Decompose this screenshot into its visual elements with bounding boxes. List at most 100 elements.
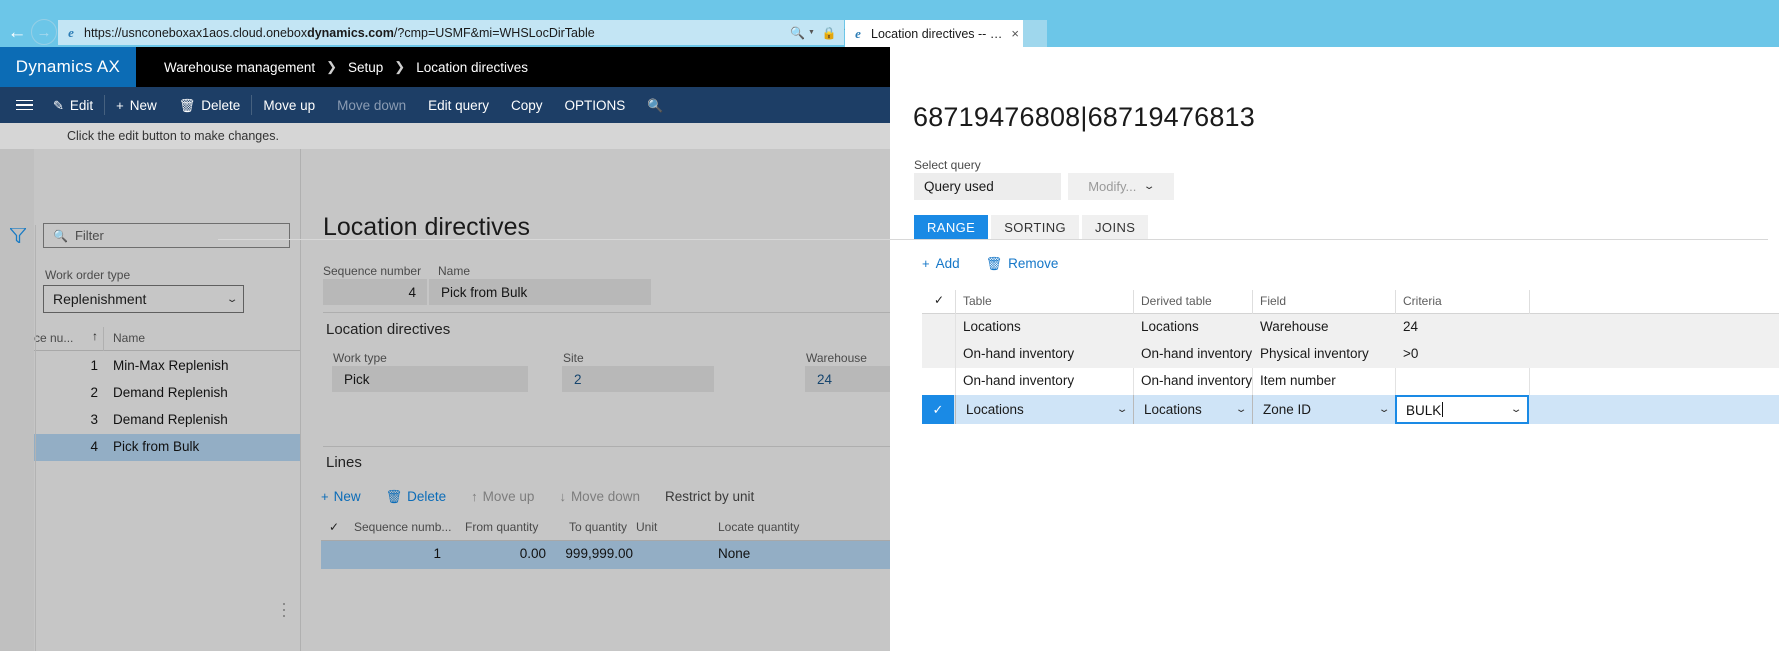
arrow-down-icon: ↓	[559, 488, 566, 504]
back-arrow-icon[interactable]: ←	[4, 19, 30, 45]
options-button[interactable]: OPTIONS	[553, 87, 636, 123]
cell-derived-table: On-hand inventory	[1141, 373, 1253, 388]
breadcrumb-item-warehouse-management[interactable]: Warehouse management	[164, 60, 315, 75]
lines-header-sequence[interactable]: Sequence numb...	[354, 520, 451, 534]
plus-icon: +	[321, 488, 329, 504]
cell-derived-table-dropdown[interactable]: Locations ⌄	[1133, 395, 1252, 424]
divider	[103, 327, 104, 351]
trash-icon: 🗑	[985, 256, 1003, 271]
name-label: Name	[438, 264, 471, 278]
restrict-by-unit-button[interactable]: Restrict by unit	[665, 489, 779, 504]
list-item[interactable]: 2 Demand Replenish	[34, 380, 300, 407]
breadcrumb-item-setup[interactable]: Setup	[348, 60, 383, 75]
list-item-name: Demand Replenish	[113, 385, 228, 400]
list-item-sequence: 1	[90, 358, 98, 373]
breadcrumb-item-location-directives[interactable]: Location directives	[416, 60, 528, 75]
checkmark-icon[interactable]: ✓	[934, 293, 944, 307]
app-body: Dynamics AX Warehouse management ❯ Setup…	[0, 47, 1779, 651]
new-tab-button[interactable]	[1023, 20, 1047, 47]
list-item-name: Pick from Bulk	[113, 439, 200, 454]
select-query-field[interactable]: Query used	[914, 173, 1061, 200]
address-bar[interactable]: e https://usnconeboxax1aos.cloud.oneboxd…	[58, 20, 844, 45]
pane-resize-grip[interactable]	[283, 603, 286, 617]
work-type-field[interactable]: Pick	[332, 366, 528, 392]
list-item[interactable]: 1 Min-Max Replenish	[34, 353, 300, 380]
edit-query-button[interactable]: Edit query	[417, 87, 500, 123]
lines-new-label: New	[333, 488, 361, 504]
cell-table: Locations	[963, 319, 1021, 334]
query-header-table[interactable]: Table	[963, 294, 992, 308]
search-icon[interactable]: 🔍	[636, 87, 674, 123]
table-row[interactable]: On-hand inventory On-hand inventory Phys…	[922, 341, 1779, 368]
remove-range-button[interactable]: 🗑 Remove	[986, 256, 1059, 271]
name-field[interactable]: Pick from Bulk	[429, 279, 651, 305]
work-order-type-select[interactable]: Replenishment ⌄	[43, 285, 244, 313]
table-row[interactable]: Locations Locations Warehouse 24	[922, 314, 1779, 341]
tab-joins[interactable]: JOINS	[1082, 215, 1149, 240]
cell-criteria-input[interactable]: BULK ⌄	[1395, 395, 1529, 424]
tab-sorting[interactable]: SORTING	[991, 215, 1080, 240]
browser-tab[interactable]: e Location directives -- Dynami... ×	[845, 20, 1025, 47]
site-label: Site	[563, 351, 584, 365]
site-field[interactable]: 2	[562, 366, 714, 392]
restrict-by-unit-label: Restrict by unit	[664, 488, 755, 504]
work-type-label: Work type	[333, 351, 387, 365]
chevron-down-icon[interactable]: ▼	[808, 29, 815, 36]
address-bar-url: https://usnconeboxax1aos.cloud.oneboxdyn…	[84, 25, 595, 40]
lock-icon[interactable]: 🔒	[822, 26, 837, 40]
divider	[35, 225, 36, 651]
left-grid-header-name[interactable]: Name	[113, 331, 145, 345]
filter-input[interactable]: 🔍 Filter	[43, 223, 290, 248]
app-navbar: Dynamics AX Warehouse management ❯ Setup…	[0, 47, 890, 87]
lines-delete-button[interactable]: 🗑 Delete	[386, 489, 472, 504]
command-bar: ✎ Edit + New 🗑 Delete Move up Move down …	[0, 87, 890, 123]
lines-header-to-quantity[interactable]: To quantity	[569, 520, 627, 534]
query-header-derived-table[interactable]: Derived table	[1141, 294, 1212, 308]
cell-criteria-value: BULK	[1406, 402, 1442, 418]
checkmark-icon[interactable]: ✓	[329, 520, 339, 534]
query-header-criteria[interactable]: Criteria	[1403, 294, 1442, 308]
close-icon[interactable]: ×	[1011, 26, 1019, 41]
cell-table-dropdown[interactable]: Locations ⌄	[955, 395, 1133, 424]
move-up-button[interactable]: Move up	[252, 87, 326, 123]
chevron-down-icon[interactable]: ⌄	[1510, 404, 1523, 415]
cell-field-dropdown[interactable]: Zone ID ⌄	[1252, 395, 1395, 424]
new-button[interactable]: + New	[105, 87, 168, 123]
table-row[interactable]: 1 0.00 999,999.00 None	[321, 541, 891, 569]
sequence-number-field[interactable]: 4	[323, 279, 427, 305]
app-logo[interactable]: Dynamics AX	[0, 47, 136, 87]
cell-field: Item number	[1260, 373, 1336, 388]
row-checkbox[interactable]: ✓	[922, 395, 954, 424]
add-range-label: Add	[935, 256, 960, 271]
cell-criteria-value-wrap: BULK	[1406, 401, 1444, 418]
lines-header-from-quantity[interactable]: From quantity	[465, 520, 538, 534]
filter-funnel-icon[interactable]	[8, 227, 28, 248]
plus-icon: +	[116, 97, 124, 113]
lines-new-button[interactable]: + New	[321, 489, 386, 504]
add-range-button[interactable]: + Add	[922, 256, 960, 271]
lines-move-up-button: ↑ Move up	[471, 489, 559, 504]
search-icon[interactable]: 🔍	[790, 26, 805, 40]
cell-table: On-hand inventory	[963, 373, 1075, 388]
table-row[interactable]: On-hand inventory On-hand inventory Item…	[922, 368, 1779, 395]
cell-table-value: Locations	[966, 402, 1024, 417]
left-grid-header-sequence[interactable]: ce nu...	[34, 331, 73, 345]
lines-header-unit[interactable]: Unit	[636, 520, 657, 534]
list-item-selected[interactable]: 4 Pick from Bulk	[34, 434, 300, 461]
list-item[interactable]: 3 Demand Replenish	[34, 407, 300, 434]
forward-arrow-icon[interactable]: →	[31, 19, 57, 45]
query-header-field[interactable]: Field	[1260, 294, 1286, 308]
chevron-right-icon: ❯	[326, 59, 337, 74]
text-cursor	[1442, 401, 1444, 417]
ie-favicon-icon: e	[68, 24, 74, 40]
cell-to-quantity: 999,999.00	[565, 546, 633, 561]
lines-header-locate-quantity[interactable]: Locate quantity	[718, 520, 799, 534]
hamburger-menu-icon[interactable]	[6, 87, 42, 123]
copy-button[interactable]: Copy	[500, 87, 554, 123]
arrow-up-icon: ↑	[471, 488, 478, 504]
table-row-selected[interactable]: ✓ Locations ⌄ Locations ⌄ Zone ID ⌄ BULK…	[922, 395, 1779, 424]
tab-range[interactable]: RANGE	[914, 215, 989, 240]
delete-button[interactable]: 🗑 Delete	[168, 87, 252, 123]
edit-button[interactable]: ✎ Edit	[42, 87, 104, 123]
cell-locate-quantity: None	[718, 546, 751, 561]
